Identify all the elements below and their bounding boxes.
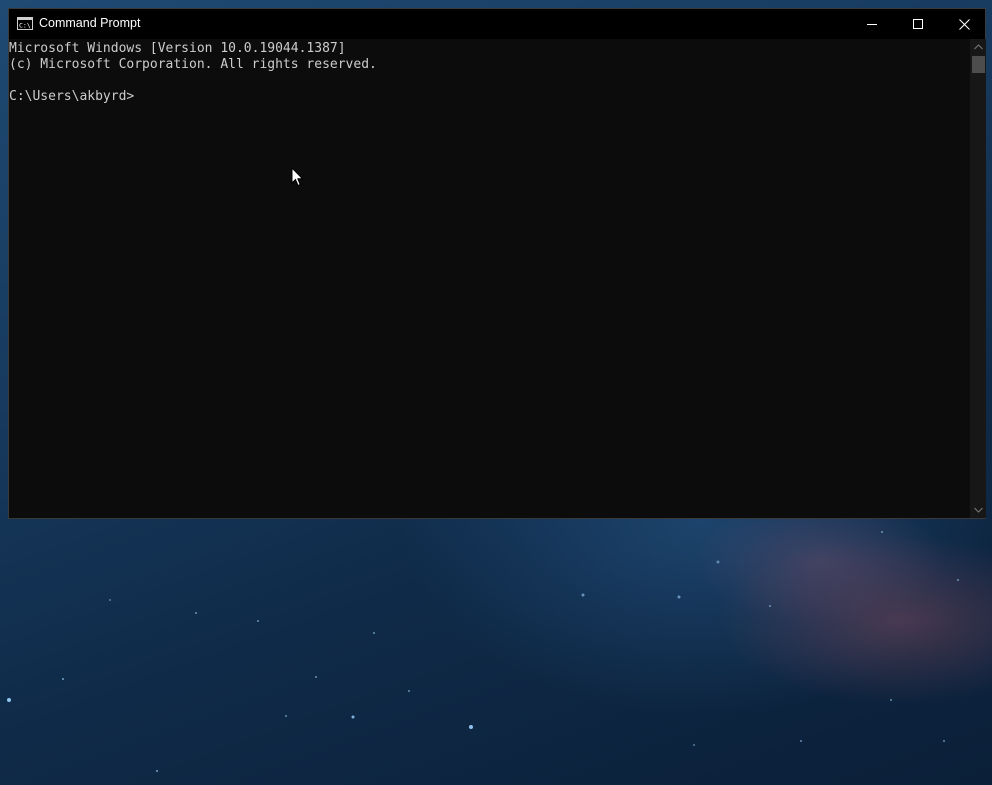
close-button[interactable] [941, 9, 987, 39]
command-prompt-window[interactable]: C:\ Command Prompt Microsoft Windows [Ve… [8, 8, 986, 519]
window-title: Command Prompt [39, 16, 141, 30]
maximize-icon [913, 19, 923, 29]
mouse-pointer-icon [291, 167, 304, 187]
console-line: Microsoft Windows [Version 10.0.19044.13… [9, 41, 346, 56]
command-prompt-line[interactable]: C:\Users\akbyrd> [9, 89, 970, 105]
vertical-scrollbar[interactable] [970, 39, 986, 518]
scroll-down-button[interactable] [970, 502, 986, 518]
title-bar[interactable]: C:\ Command Prompt [9, 9, 985, 39]
minimize-button[interactable] [849, 9, 895, 39]
chevron-down-icon [973, 507, 983, 513]
chevron-up-icon [973, 44, 983, 50]
svg-text:C:\: C:\ [19, 22, 31, 30]
cmd-icon[interactable]: C:\ [17, 17, 33, 30]
maximize-button[interactable] [895, 9, 941, 39]
console-output[interactable]: Microsoft Windows [Version 10.0.19044.13… [9, 39, 970, 518]
close-icon [958, 18, 970, 30]
minimize-icon [867, 24, 877, 25]
console-line: (c) Microsoft Corporation. All rights re… [9, 57, 377, 72]
scroll-up-button[interactable] [970, 39, 986, 55]
scroll-thumb[interactable] [972, 56, 985, 73]
